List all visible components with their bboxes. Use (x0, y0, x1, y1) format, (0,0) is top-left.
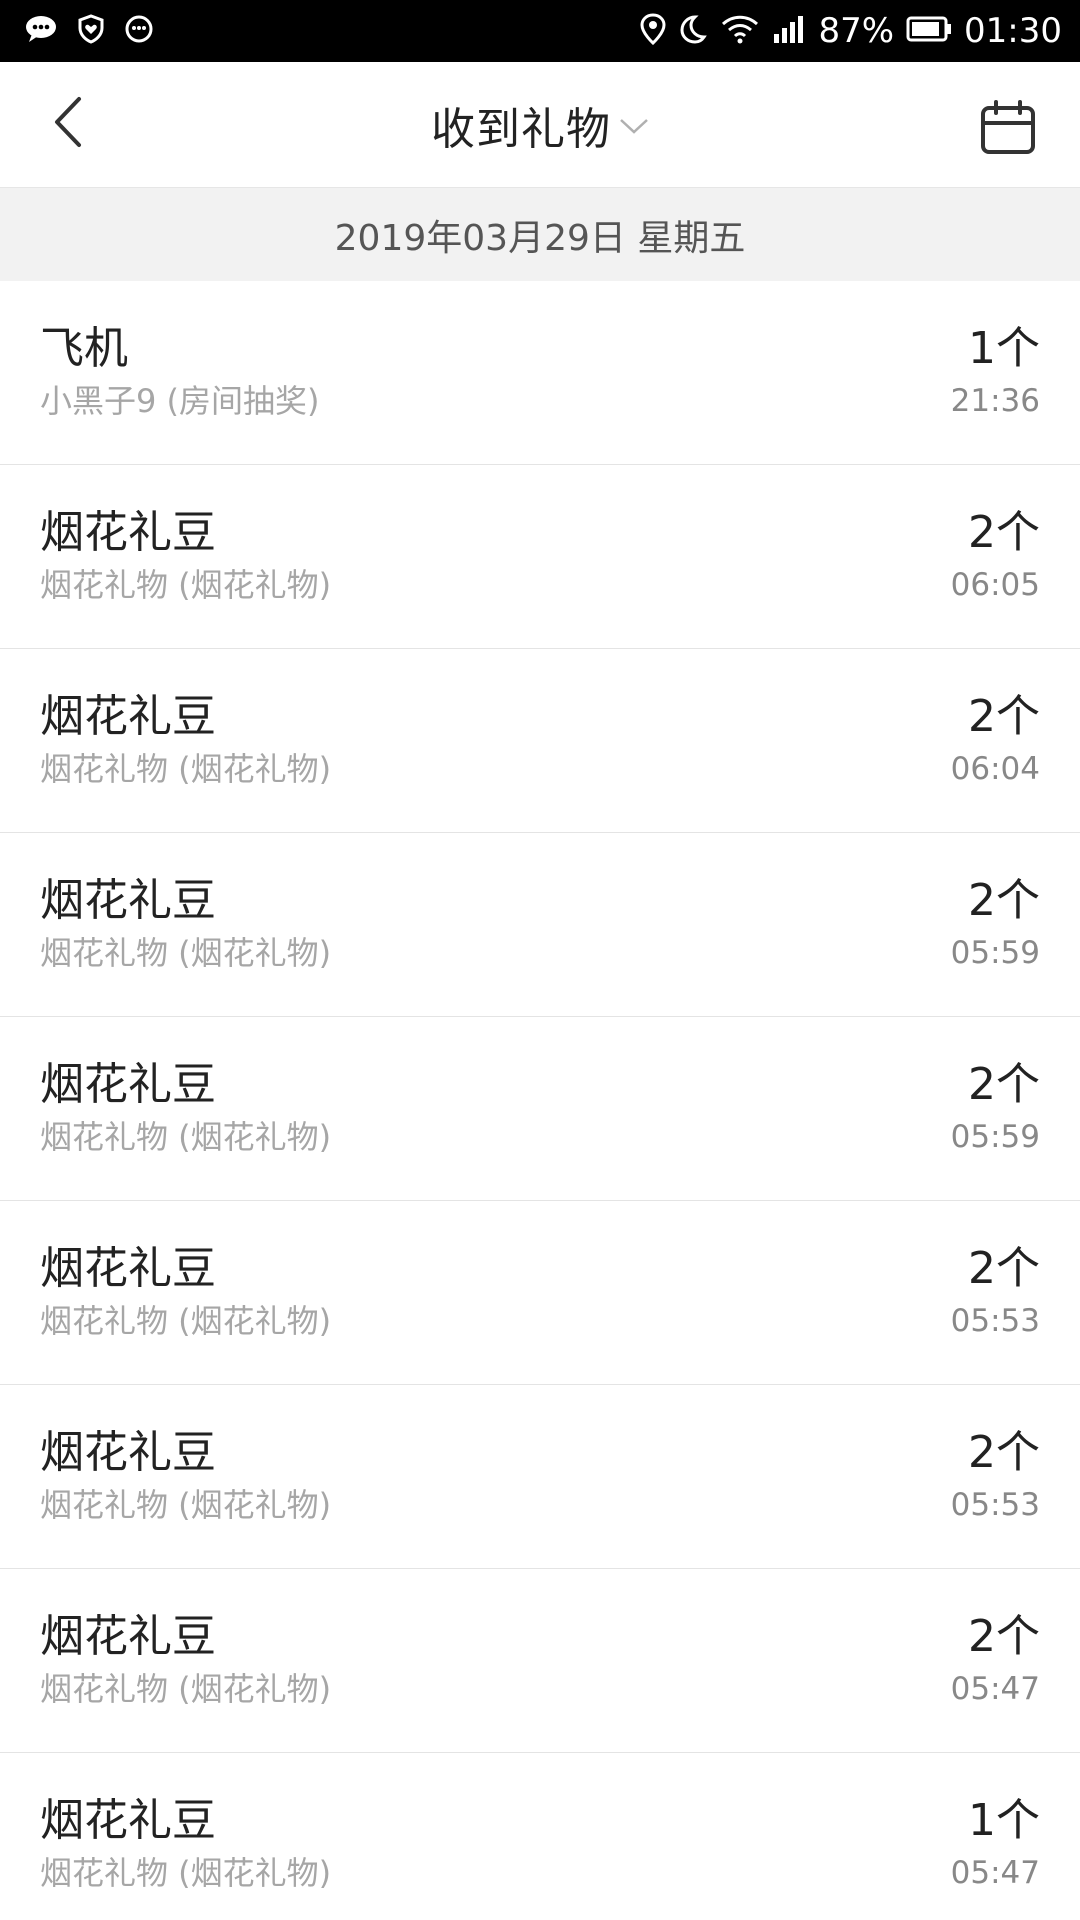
gift-time: 06:05 (950, 567, 1040, 603)
list-item[interactable]: 烟花礼豆 烟花礼物 (烟花礼物) 2个 05:47 (0, 1569, 1080, 1753)
calendar-icon (978, 100, 1038, 162)
gift-count: 1个 (968, 1795, 1040, 1846)
list-item[interactable]: 飞机 小黑子9 (房间抽奖) 1个 21:36 (0, 281, 1080, 465)
battery-icon (906, 16, 952, 46)
gift-sender: 烟花礼物 (烟花礼物) (40, 1302, 332, 1340)
status-bar: 87% 01:30 (0, 0, 1080, 62)
gift-name: 烟花礼豆 (40, 691, 216, 742)
status-time: 01:30 (964, 11, 1062, 51)
battery-percent: 87% (818, 11, 895, 51)
gift-time: 05:47 (950, 1671, 1040, 1707)
gift-sender: 烟花礼物 (烟花礼物) (40, 1670, 332, 1708)
smiley-icon (124, 14, 154, 48)
gift-name: 烟花礼豆 (40, 1427, 216, 1478)
gift-time: 21:36 (950, 383, 1040, 419)
gift-time: 05:53 (950, 1487, 1040, 1523)
gift-time: 05:59 (950, 1119, 1040, 1155)
gift-sender: 烟花礼物 (烟花礼物) (40, 566, 332, 604)
location-pin-icon (640, 13, 666, 49)
gift-name: 烟花礼豆 (40, 875, 216, 926)
gift-time: 05:47 (950, 1855, 1040, 1891)
chat-bubble-icon (24, 14, 58, 48)
gift-list: 飞机 小黑子9 (房间抽奖) 1个 21:36 烟花礼豆 烟花礼物 (烟花礼物)… (0, 281, 1080, 1920)
back-arrow-icon (53, 96, 83, 152)
gift-time: 06:04 (950, 751, 1040, 787)
title-dropdown[interactable]: 收到礼物 (0, 62, 1080, 188)
app-root: 87% 01:30 收到礼物 2019年03月29日 星期五 飞机 小黑子9 (… (0, 0, 1080, 1920)
chevron-down-icon (619, 117, 649, 139)
page-title: 收到礼物 (431, 104, 611, 155)
gift-count: 2个 (968, 1243, 1040, 1294)
heart-shield-icon (76, 14, 106, 48)
gift-sender: 烟花礼物 (烟花礼物) (40, 1486, 332, 1524)
gift-name: 烟花礼豆 (40, 1243, 216, 1294)
gift-sender: 烟花礼物 (烟花礼物) (40, 934, 332, 972)
gift-name: 烟花礼豆 (40, 1059, 216, 1110)
gift-name: 飞机 (40, 323, 128, 374)
signal-icon (772, 14, 806, 48)
date-label: 2019年03月29日 星期五 (334, 217, 746, 259)
gift-sender: 烟花礼物 (烟花礼物) (40, 750, 332, 788)
list-item[interactable]: 烟花礼豆 烟花礼物 (烟花礼物) 2个 06:04 (0, 649, 1080, 833)
list-item[interactable]: 烟花礼豆 烟花礼物 (烟花礼物) 2个 05:59 (0, 1017, 1080, 1201)
list-item[interactable]: 烟花礼豆 烟花礼物 (烟花礼物) 1个 05:47 (0, 1753, 1080, 1920)
back-button[interactable] (36, 92, 100, 156)
date-section-header: 2019年03月29日 星期五 (0, 188, 1080, 281)
moon-icon (678, 14, 708, 48)
status-right: 87% 01:30 (628, 0, 1062, 62)
gift-count: 2个 (968, 1059, 1040, 1110)
gift-count: 2个 (968, 875, 1040, 926)
gift-sender: 小黑子9 (房间抽奖) (40, 382, 320, 420)
gift-count: 2个 (968, 691, 1040, 742)
status-left (24, 14, 172, 48)
list-item[interactable]: 烟花礼豆 烟花礼物 (烟花礼物) 2个 05:53 (0, 1385, 1080, 1569)
wifi-icon (720, 14, 760, 48)
calendar-button[interactable] (978, 98, 1038, 158)
header: 收到礼物 (0, 62, 1080, 188)
gift-name: 烟花礼豆 (40, 1795, 216, 1846)
gift-count: 1个 (968, 323, 1040, 374)
gift-count: 2个 (968, 507, 1040, 558)
gift-count: 2个 (968, 1611, 1040, 1662)
list-item[interactable]: 烟花礼豆 烟花礼物 (烟花礼物) 2个 05:53 (0, 1201, 1080, 1385)
gift-time: 05:59 (950, 935, 1040, 971)
gift-name: 烟花礼豆 (40, 1611, 216, 1662)
list-item[interactable]: 烟花礼豆 烟花礼物 (烟花礼物) 2个 05:59 (0, 833, 1080, 1017)
gift-name: 烟花礼豆 (40, 507, 216, 558)
gift-sender: 烟花礼物 (烟花礼物) (40, 1118, 332, 1156)
gift-sender: 烟花礼物 (烟花礼物) (40, 1854, 332, 1892)
list-item[interactable]: 烟花礼豆 烟花礼物 (烟花礼物) 2个 06:05 (0, 465, 1080, 649)
gift-time: 05:53 (950, 1303, 1040, 1339)
gift-count: 2个 (968, 1427, 1040, 1478)
